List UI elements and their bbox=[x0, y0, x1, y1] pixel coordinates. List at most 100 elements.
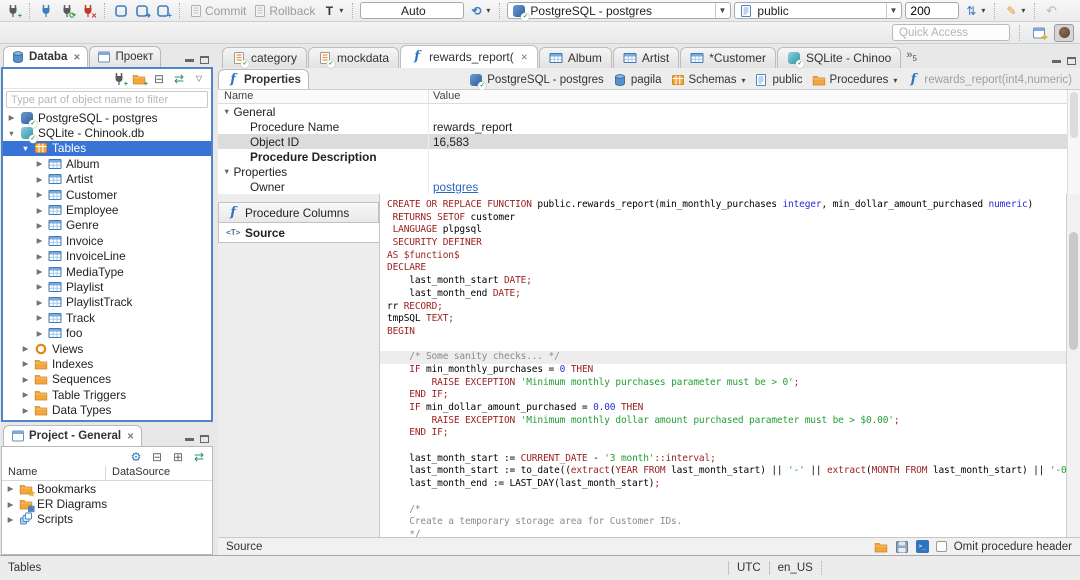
tree-arrow-icon[interactable]: ▶ bbox=[35, 329, 44, 338]
tree-arrow-icon[interactable]: ▶ bbox=[35, 252, 44, 261]
tree-arrow-icon[interactable]: ▶ bbox=[35, 175, 44, 184]
transaction-log-button[interactable]: T ▾ bbox=[320, 3, 345, 19]
tree-item-data-types[interactable]: ▶ Data Types bbox=[3, 402, 211, 417]
tree-item-customer[interactable]: ▶ Customer bbox=[3, 187, 211, 202]
tree-item-postgresql-postgres[interactable]: ▶ ✓ PostgreSQL - postgres bbox=[3, 110, 211, 128]
breadcrumb-rewards-report-int4-numeric[interactable]: f rewards_report(int4,numeric) bbox=[906, 73, 1072, 87]
tab-project-general[interactable]: Project - General ✕ bbox=[3, 425, 143, 446]
open-file-icon[interactable] bbox=[874, 540, 888, 554]
minimize-icon[interactable] bbox=[185, 58, 194, 62]
editor-tab-customer[interactable]: *Customer bbox=[680, 47, 776, 68]
property-row-properties[interactable]: ▼ Properties bbox=[218, 164, 1080, 179]
tree-arrow-icon[interactable]: ▶ bbox=[35, 313, 44, 322]
tree-item-playlisttrack[interactable]: ▶ PlaylistTrack bbox=[3, 295, 211, 310]
link-with-editor-icon[interactable]: ⇄ bbox=[192, 450, 206, 464]
tree-item-foo[interactable]: ▶ foo bbox=[3, 325, 211, 340]
tree-arrow-icon[interactable]: ▶ bbox=[21, 375, 30, 384]
maximize-icon[interactable] bbox=[1067, 57, 1076, 65]
tree-item-invoice[interactable]: ▶ Invoice bbox=[3, 233, 211, 248]
quick-access-input[interactable] bbox=[892, 24, 1010, 41]
commit-button[interactable]: Commit bbox=[187, 3, 248, 19]
tree-arrow-icon[interactable]: ▶ bbox=[21, 406, 30, 415]
transaction-history-button[interactable]: ⟲ ▾ bbox=[467, 3, 492, 19]
minimize-icon[interactable] bbox=[185, 437, 194, 441]
tree-arrow-icon[interactable]: ▼ bbox=[7, 129, 16, 138]
console-icon[interactable]: >_ bbox=[915, 540, 929, 553]
tree-item-track[interactable]: ▶ Track bbox=[3, 310, 211, 325]
editor-tab-mockdata[interactable]: ✓ mockdata bbox=[308, 47, 400, 68]
tree-arrow-icon[interactable]: ▼ bbox=[21, 144, 30, 153]
project-item-er-diagrams[interactable]: ▶ ▦ ER Diagrams bbox=[2, 496, 212, 513]
editor-tab-album[interactable]: Album bbox=[538, 47, 612, 68]
tree-item-indexes[interactable]: ▶ Indexes bbox=[3, 356, 211, 371]
tree-item-invoiceline[interactable]: ▶ InvoiceLine bbox=[3, 249, 211, 264]
tree-item-sequences[interactable]: ▶ Sequences bbox=[3, 372, 211, 387]
minimize-icon[interactable] bbox=[1052, 59, 1061, 63]
save-icon[interactable] bbox=[895, 540, 909, 554]
tree-arrow-icon[interactable]: ▶ bbox=[6, 484, 15, 493]
breadcrumb-procedures[interactable]: Procedures ▾ bbox=[812, 73, 897, 87]
group-arrow-icon[interactable]: ▼ bbox=[223, 107, 230, 116]
page-source[interactable]: <T> Source bbox=[218, 222, 379, 243]
rollback-button[interactable]: Rollback bbox=[251, 3, 317, 19]
tree-arrow-icon[interactable]: ▶ bbox=[35, 206, 44, 215]
property-row-owner[interactable]: Owner postgres bbox=[218, 179, 1080, 194]
expand-all-icon[interactable]: ⊞ bbox=[171, 450, 185, 464]
tree-arrow-icon[interactable]: ▶ bbox=[35, 236, 44, 245]
tree-arrow-icon[interactable]: ▶ bbox=[21, 390, 30, 399]
tree-arrow-icon[interactable]: ▶ bbox=[7, 113, 16, 122]
scrollbar-thumb[interactable] bbox=[1070, 92, 1078, 138]
object-filter-input[interactable] bbox=[6, 91, 208, 108]
owner-link[interactable]: postgres bbox=[433, 180, 478, 194]
editor-tab-artist[interactable]: Artist bbox=[612, 47, 680, 68]
tab-projects[interactable]: Проект bbox=[89, 46, 162, 67]
new-sql-editor-button[interactable]: + bbox=[154, 3, 172, 20]
collapse-all-icon[interactable]: ⊟ bbox=[150, 450, 164, 464]
tab-overflow-button[interactable]: »5 bbox=[902, 49, 921, 63]
tree-item-table-triggers[interactable]: ▶ Table Triggers bbox=[3, 387, 211, 402]
breadcrumb-schemas[interactable]: Schemas ▾ bbox=[671, 73, 745, 87]
omit-procedure-header-checkbox[interactable] bbox=[935, 541, 947, 552]
breadcrumb-pagila[interactable]: pagila bbox=[613, 73, 662, 87]
disconnect-button[interactable]: ✕ bbox=[79, 3, 97, 20]
tree-arrow-icon[interactable]: ▶ bbox=[6, 515, 15, 524]
connect-button[interactable]: + bbox=[4, 3, 22, 20]
page-procedure-columns[interactable]: f Procedure Columns bbox=[218, 202, 379, 223]
group-arrow-icon[interactable]: ▼ bbox=[223, 167, 230, 176]
project-item-scripts[interactable]: ▶ Scripts bbox=[2, 512, 212, 527]
property-row-general[interactable]: ▼ General bbox=[218, 104, 1080, 119]
properties-scrollbar[interactable] bbox=[1067, 90, 1080, 194]
tree-item-genre[interactable]: ▶ Genre bbox=[3, 218, 211, 233]
project-item-bookmarks[interactable]: ▶ ★ Bookmarks bbox=[2, 481, 212, 498]
editor-scrollbar[interactable] bbox=[1066, 194, 1080, 537]
view-menu-icon[interactable]: ▽ bbox=[192, 72, 206, 86]
tree-item-sqlite-chinook-db[interactable]: ▼ ✓ SQLite - Chinook.db bbox=[3, 125, 211, 144]
tree-arrow-icon[interactable]: ▶ bbox=[6, 500, 15, 509]
tree-item-playlist[interactable]: ▶ Playlist bbox=[3, 279, 211, 294]
tree-item-album[interactable]: ▶ Album bbox=[3, 156, 211, 171]
commit-mode-combo[interactable]: Auto bbox=[360, 2, 465, 19]
schema-combo[interactable]: public ▼ bbox=[734, 2, 903, 19]
tree-arrow-icon[interactable]: ▶ bbox=[35, 221, 44, 230]
fetch-size-input[interactable] bbox=[905, 2, 960, 19]
editor-tab-category[interactable]: ✓ category bbox=[222, 47, 308, 68]
dbeaver-perspective-button[interactable] bbox=[1054, 23, 1074, 42]
tree-arrow-icon[interactable]: ▶ bbox=[35, 267, 44, 276]
property-row-procedure-name[interactable]: Procedure Name rewards_report bbox=[218, 119, 1080, 134]
tree-item-employee[interactable]: ▶ Employee bbox=[3, 202, 211, 217]
tree-item-tables[interactable]: ▼ Tables bbox=[3, 140, 211, 157]
tree-item-artist[interactable]: ▶ Artist bbox=[3, 172, 211, 187]
collapse-all-icon[interactable]: ⊟ bbox=[152, 72, 166, 86]
new-connection-icon[interactable]: + bbox=[112, 72, 128, 88]
pencil-tools-button[interactable]: ✎ ▾ bbox=[1002, 3, 1027, 19]
close-icon[interactable]: ✕ bbox=[127, 431, 134, 442]
property-row-procedure-description[interactable]: Procedure Description bbox=[218, 149, 1080, 164]
tree-arrow-icon[interactable]: ▶ bbox=[21, 359, 30, 368]
tree-arrow-icon[interactable]: ▶ bbox=[21, 344, 30, 353]
open-perspective-button[interactable]: ✦ bbox=[1029, 24, 1049, 42]
new-folder-icon[interactable]: + bbox=[132, 72, 148, 88]
source-code-editor[interactable]: CREATE OR REPLACE FUNCTION public.reward… bbox=[380, 194, 1066, 537]
open-connection-button[interactable] bbox=[37, 3, 55, 19]
tree-arrow-icon[interactable]: ▶ bbox=[35, 282, 44, 291]
editor-tab-rewards-report[interactable]: f rewards_report(✕ bbox=[400, 45, 538, 68]
